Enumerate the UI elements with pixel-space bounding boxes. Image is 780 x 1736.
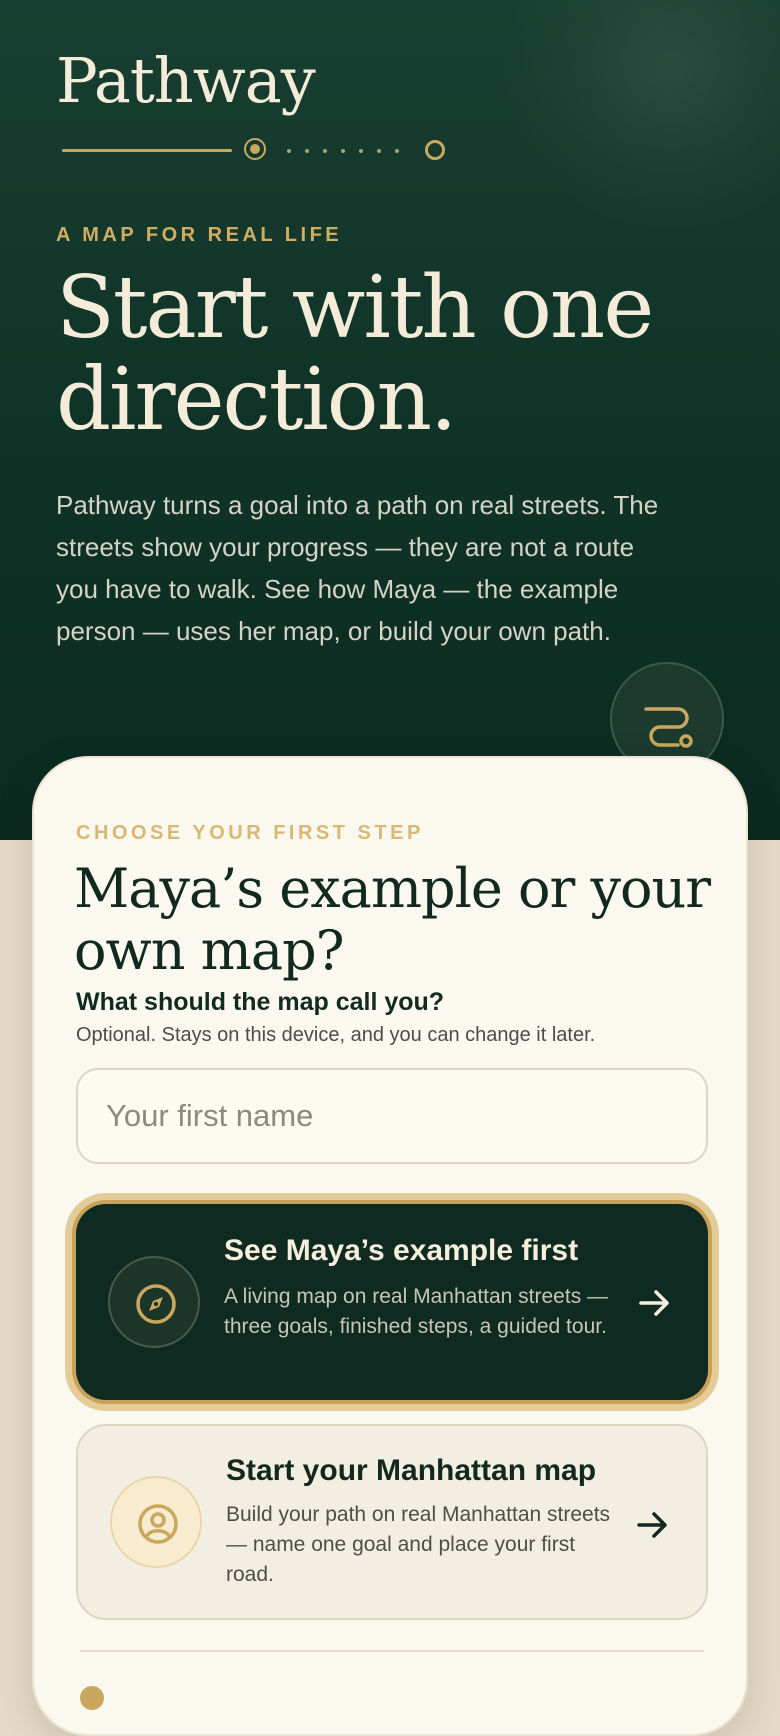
progress-step-dot <box>341 149 345 153</box>
progress-current-step <box>244 138 266 160</box>
progress-step-dot <box>323 149 327 153</box>
user-icon <box>138 1504 178 1544</box>
card-eyebrow: CHOOSE YOUR FIRST STEP <box>76 822 424 844</box>
progress-step-dot <box>305 149 309 153</box>
option-title: Start your Manhattan map <box>226 1454 597 1487</box>
progress-step-dot <box>377 149 381 153</box>
compass-icon-badge <box>108 1256 200 1348</box>
progress-step-dot <box>287 149 291 153</box>
app-logo: Pathway <box>56 44 316 117</box>
hero-eyebrow: A MAP FOR REAL LIFE <box>56 224 343 246</box>
progress-step-dot <box>359 149 363 153</box>
compass-icon <box>136 1284 176 1324</box>
section-divider <box>80 1650 704 1652</box>
next-section-marker <box>80 1686 104 1710</box>
onboarding-progress <box>62 138 462 164</box>
user-icon-badge <box>110 1476 202 1568</box>
name-field-label: What should the map call you? <box>76 988 445 1016</box>
progress-completed-line <box>62 149 232 152</box>
option-description: Build your path on real Manhattan street… <box>226 1503 611 1586</box>
start-own-map-option[interactable]: Start your Manhattan map Build your path… <box>76 1424 708 1620</box>
option-title: See Maya’s example first <box>224 1234 579 1267</box>
see-example-option[interactable]: See Maya’s example first A living map on… <box>76 1204 708 1400</box>
arrow-right-icon <box>637 1512 667 1538</box>
progress-final-step <box>425 140 445 160</box>
progress-step-dot <box>395 149 399 153</box>
option-description: A living map on real Manhattan streets —… <box>224 1285 609 1338</box>
card-title: Maya’s example or your own map? <box>74 857 711 982</box>
arrow-right-icon <box>639 1290 669 1316</box>
first-step-card: CHOOSE YOUR FIRST STEP Maya’s example or… <box>32 756 748 1736</box>
hero-intro: Pathway turns a goal into a path on real… <box>56 490 659 646</box>
route-icon <box>644 707 693 748</box>
hero-headline: Start with one direction. <box>56 258 654 450</box>
first-name-input[interactable] <box>76 1068 708 1164</box>
name-field-help: Optional. Stays on this device, and you … <box>76 1024 596 1046</box>
hero-section: Pathway A MAP FOR REAL LIFE Start with o… <box>0 0 780 840</box>
